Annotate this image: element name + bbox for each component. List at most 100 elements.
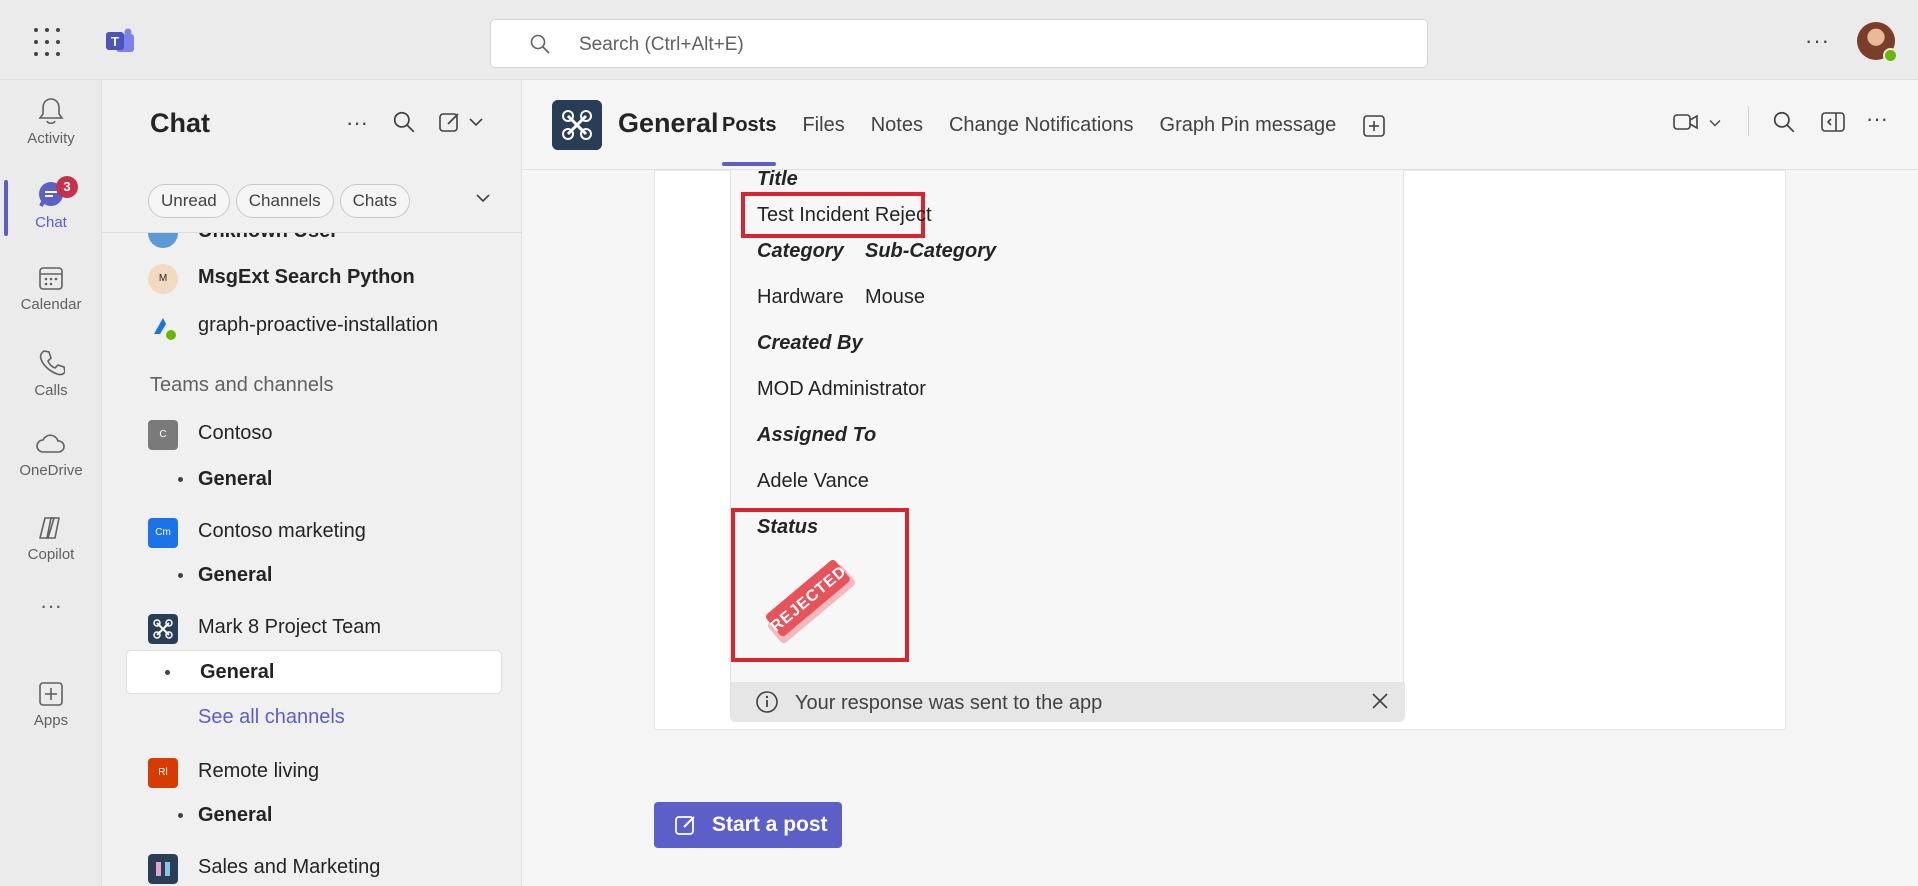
tab-notes[interactable]: Notes xyxy=(871,114,923,138)
presence-available-icon xyxy=(1883,48,1898,63)
teams-logo-icon: T xyxy=(106,28,134,52)
channel-remote-living-general[interactable]: General xyxy=(148,796,518,836)
user-avatar[interactable] xyxy=(1857,22,1898,63)
created-by-value: MOD Administrator xyxy=(757,378,926,400)
chevron-down-icon[interactable] xyxy=(474,192,492,204)
channel-mark8-general[interactable]: General xyxy=(126,650,502,694)
plus-square-icon xyxy=(39,682,63,706)
rail-calendar[interactable]: Calendar xyxy=(0,256,102,326)
cloud-icon xyxy=(36,434,65,453)
chat-item-msgext[interactable]: M MsgExt Search Python xyxy=(148,258,518,298)
tab-change-notifications[interactable]: Change Notifications xyxy=(949,114,1134,138)
team-name: Sales and Marketing xyxy=(198,856,381,878)
see-all-channels-link[interactable]: See all channels xyxy=(148,698,518,738)
team-name: Contoso xyxy=(198,422,273,444)
team-name: Mark 8 Project Team xyxy=(198,616,382,638)
tab-posts[interactable]: Posts xyxy=(722,114,777,166)
channel-name: General xyxy=(198,804,273,826)
assigned-to-label: Assigned To xyxy=(757,424,877,446)
tab-graph-pin-message[interactable]: Graph Pin message xyxy=(1160,114,1337,138)
divider xyxy=(1748,106,1749,136)
chat-more-icon[interactable]: ··· xyxy=(346,110,368,136)
team-contoso-marketing[interactable]: Cm Contoso marketing xyxy=(148,512,518,552)
channel-contoso-marketing-general[interactable]: General xyxy=(148,556,518,596)
team-avatar-icon xyxy=(148,854,178,884)
filter-channels[interactable]: Channels xyxy=(235,184,334,218)
team-mark8[interactable]: Mark 8 Project Team xyxy=(148,608,518,648)
more-options-icon[interactable]: ··· xyxy=(1866,106,1888,132)
rail-label: Calls xyxy=(34,382,68,399)
rail-label: Apps xyxy=(33,712,69,729)
rail-activity[interactable]: Activity xyxy=(0,88,102,158)
start-post-label: Start a post xyxy=(712,813,828,836)
copilot-icon xyxy=(39,517,60,539)
calendar-icon xyxy=(39,267,63,290)
filter-chats[interactable]: Chats xyxy=(339,184,411,218)
chat-list-pane: Chat ··· Unread Channels Chats Unknown U… xyxy=(102,80,522,886)
unread-dot xyxy=(178,813,183,818)
chat-avatar xyxy=(148,233,178,248)
chevron-down-icon[interactable] xyxy=(468,116,484,128)
status-stamp-text: REJECTED xyxy=(768,563,850,636)
teams-section-label: Teams and channels xyxy=(150,374,334,396)
category-label: Category xyxy=(757,240,844,262)
chevron-down-icon[interactable] xyxy=(1708,118,1722,128)
drone-team-icon xyxy=(552,100,602,150)
channel-title: General xyxy=(618,108,719,138)
search-input[interactable]: Search (Ctrl+Alt+E) xyxy=(490,19,1428,68)
team-remote-living[interactable]: Rl Remote living xyxy=(148,752,518,792)
rail-onedrive[interactable]: OneDrive xyxy=(0,422,102,492)
rail-label: Copilot xyxy=(27,546,75,563)
rail-label: Calendar xyxy=(20,296,82,313)
close-icon[interactable] xyxy=(1371,692,1389,710)
team-avatar: Rl xyxy=(148,758,178,788)
title-value: Test Incident Reject xyxy=(757,204,932,226)
channel-contoso-general[interactable]: General xyxy=(148,460,518,500)
rail-label: Chat xyxy=(35,214,67,231)
notice-text: Your response was sent to the app xyxy=(795,692,1103,714)
app-launcher-icon[interactable] xyxy=(34,28,68,58)
bot-avatar-icon xyxy=(154,318,176,340)
adaptive-card: Title Test Incident Reject Category Sub-… xyxy=(730,168,1405,722)
more-apps-icon[interactable]: ··· xyxy=(0,592,102,632)
chat-avatar: M xyxy=(148,264,178,294)
more-options-icon[interactable]: ··· xyxy=(1805,28,1830,54)
info-icon xyxy=(756,691,778,713)
title-label: Title xyxy=(757,168,798,190)
created-by-label: Created By xyxy=(757,332,863,354)
chat-item-label: graph-proactive-installation xyxy=(198,314,439,336)
search-placeholder: Search (Ctrl+Alt+E) xyxy=(579,34,744,55)
start-post-button[interactable]: Start a post xyxy=(654,802,842,848)
channel-name: General xyxy=(200,661,275,683)
subcategory-label: Sub-Category xyxy=(865,240,997,262)
top-bar: T Search (Ctrl+Alt+E) ··· xyxy=(0,0,1918,80)
tab-files[interactable]: Files xyxy=(802,114,844,138)
rejected-stamp-icon: REJECTED xyxy=(766,560,856,644)
new-chat-icon[interactable] xyxy=(438,110,462,134)
team-sales-marketing[interactable]: Sales and Marketing xyxy=(148,848,518,886)
subcategory-value: Mouse xyxy=(865,286,926,308)
add-tab-icon[interactable] xyxy=(1362,114,1386,138)
team-contoso[interactable]: C Contoso xyxy=(148,414,518,454)
svg-text:T: T xyxy=(111,34,119,49)
search-icon xyxy=(530,34,550,54)
unread-dot xyxy=(165,670,170,675)
rail-apps[interactable]: Apps xyxy=(0,672,102,742)
channel-name: General xyxy=(198,564,273,586)
channel-tabs: Posts Files Notes Change Notifications G… xyxy=(722,114,1386,166)
chat-item-label: MsgExt Search Python xyxy=(198,266,415,288)
phone-icon xyxy=(39,350,65,376)
team-name: Contoso marketing xyxy=(198,520,366,542)
search-icon[interactable] xyxy=(392,110,416,134)
rail-copilot[interactable]: Copilot xyxy=(0,506,102,576)
channel-header: General Posts Files Notes Change Notific… xyxy=(522,80,1918,170)
search-icon[interactable] xyxy=(1772,110,1796,134)
rail-chat[interactable]: 3 Chat xyxy=(0,172,102,242)
rail-calls[interactable]: Calls xyxy=(0,340,102,410)
chat-unread-badge: 3 xyxy=(56,176,78,198)
response-notice: Your response was sent to the app xyxy=(731,682,1405,722)
chat-item-graph[interactable]: graph-proactive-installation xyxy=(148,306,518,346)
channel-info-icon[interactable] xyxy=(1820,110,1846,134)
filter-unread[interactable]: Unread xyxy=(148,184,230,218)
video-call-icon[interactable] xyxy=(1672,110,1700,134)
